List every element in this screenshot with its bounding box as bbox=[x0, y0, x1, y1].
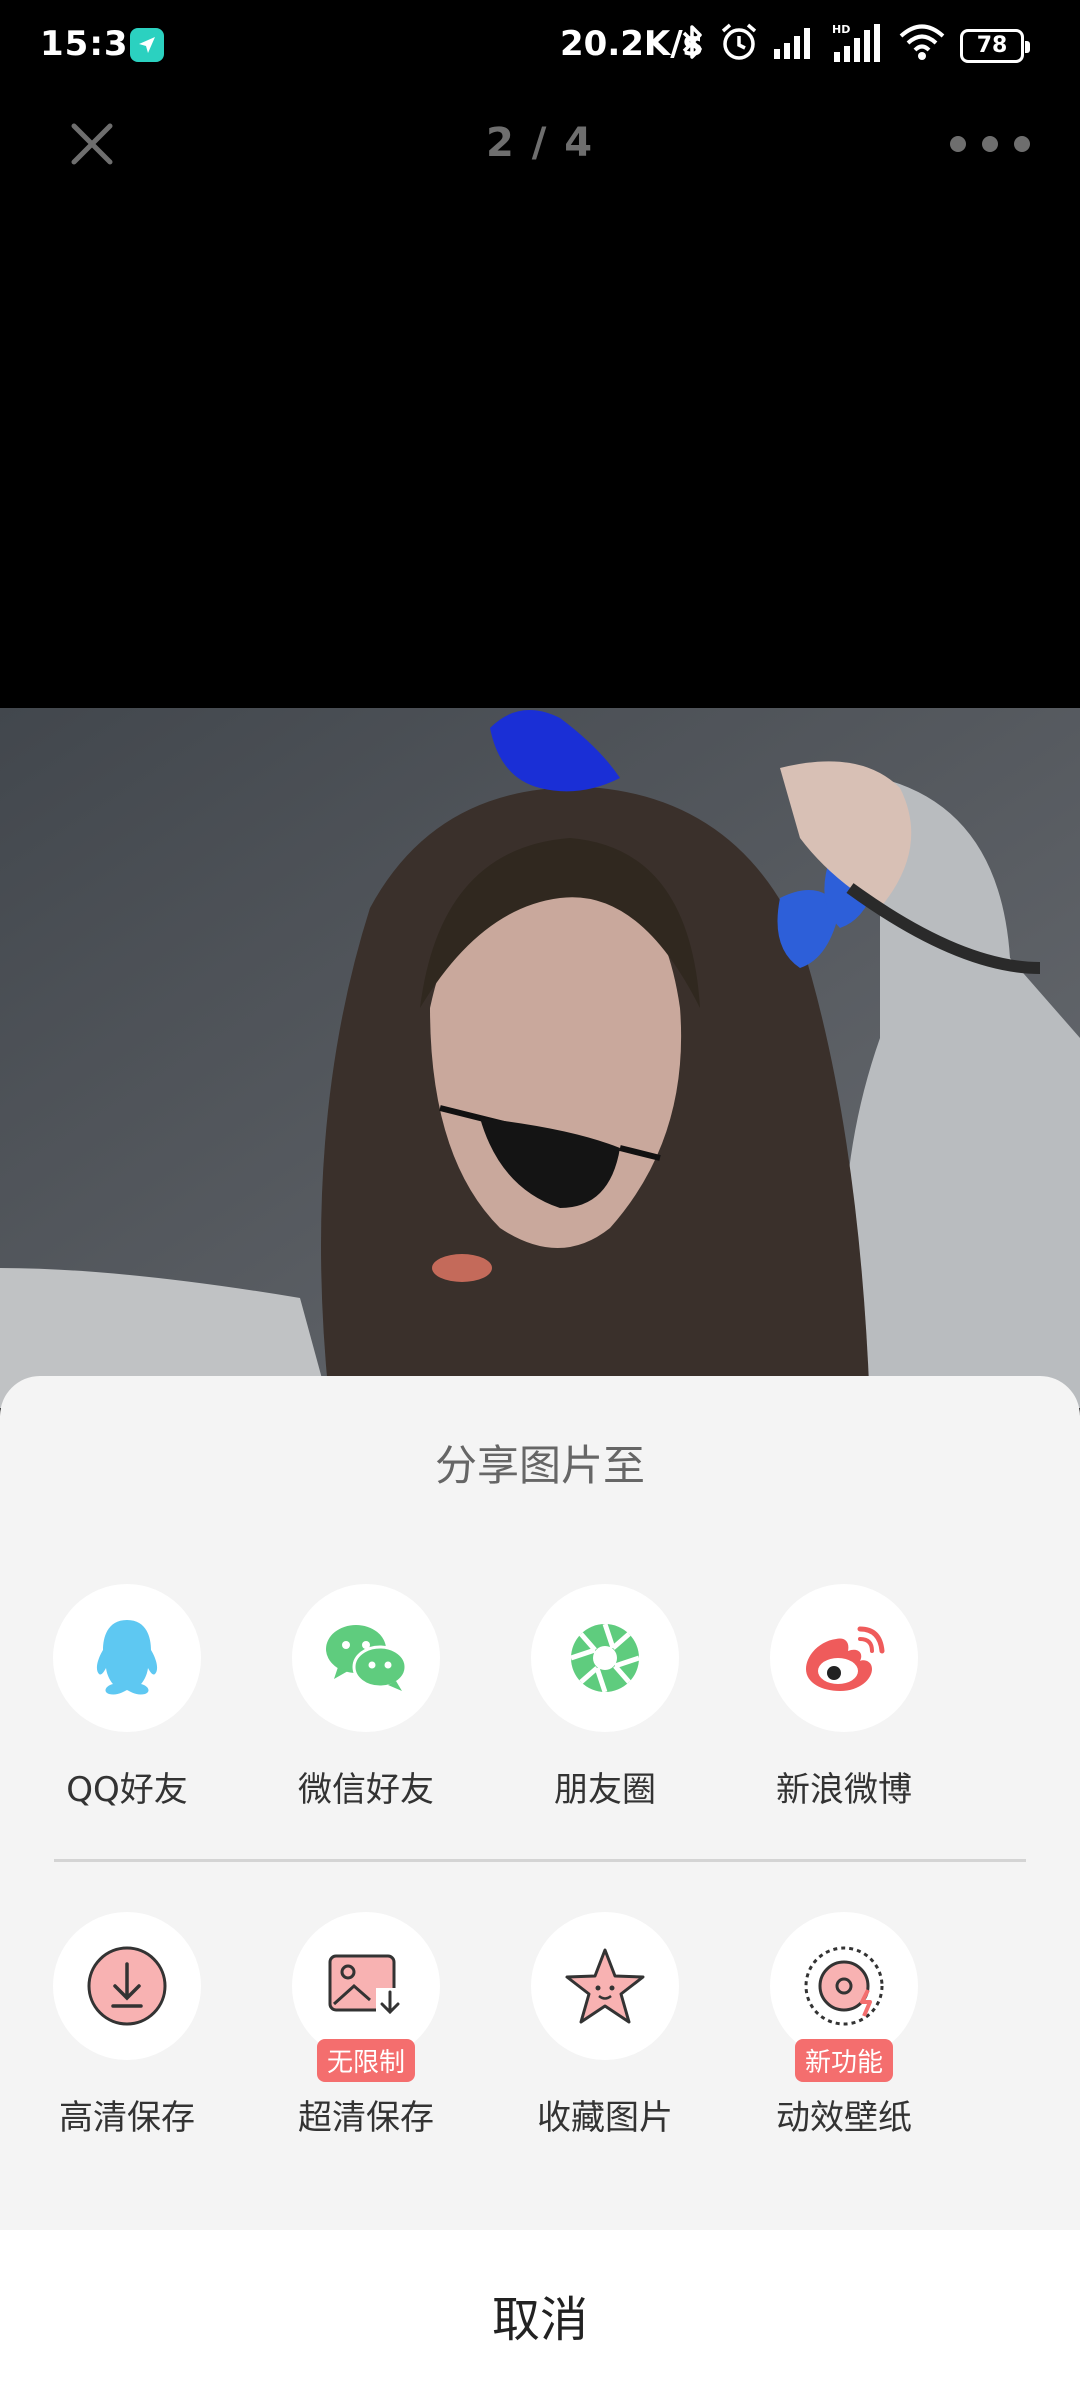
share-wechat-friend[interactable]: 微信好友 bbox=[266, 1584, 466, 1811]
location-arrow-icon bbox=[130, 28, 164, 62]
favorite-image-button[interactable]: 收藏图片 bbox=[505, 1912, 705, 2139]
moments-aperture-icon bbox=[570, 1623, 640, 1693]
share-moments[interactable]: 朋友圈 bbox=[505, 1584, 705, 1811]
wechat-icon-circle bbox=[292, 1584, 440, 1732]
qq-icon-circle bbox=[53, 1584, 201, 1732]
share-sheet-title: 分享图片至 bbox=[434, 1441, 645, 1490]
page-indicator: 2 / 4 bbox=[485, 120, 595, 166]
alarm-icon bbox=[720, 22, 758, 71]
live-wallpaper-icon bbox=[804, 1946, 884, 2026]
wechat-icon bbox=[326, 1625, 408, 1691]
sheet-divider bbox=[54, 1859, 1026, 1862]
battery-icon: 78 bbox=[960, 29, 1030, 63]
live-wallpaper-icon-circle: 新功能 bbox=[770, 1912, 918, 2082]
hd-signal-icon: HD bbox=[832, 22, 884, 71]
more-dot-icon bbox=[950, 136, 966, 152]
image-download-icon bbox=[328, 1954, 404, 2018]
share-item-label: 动效壁纸 bbox=[776, 2098, 912, 2138]
weibo-icon bbox=[806, 1626, 885, 1691]
share-item-label: 超清保存 bbox=[298, 2098, 434, 2138]
more-dot-icon bbox=[1014, 136, 1030, 152]
image-download-icon-circle: 无限制 bbox=[292, 1912, 440, 2082]
portrait-photo-illustration bbox=[0, 708, 1080, 1408]
more-dot-icon bbox=[982, 136, 998, 152]
share-qq-friend[interactable]: QQ好友 bbox=[27, 1584, 227, 1811]
share-item-label: 微信好友 bbox=[298, 1770, 434, 1810]
status-icons: HD 78 bbox=[680, 22, 1038, 70]
share-item-label: 高清保存 bbox=[59, 2098, 195, 2138]
cancel-button[interactable]: 取消 bbox=[0, 2230, 1080, 2400]
share-item-label: 新浪微博 bbox=[776, 1770, 912, 1810]
bluetooth-icon bbox=[680, 22, 706, 71]
more-options-button[interactable] bbox=[950, 128, 1030, 160]
share-weibo[interactable]: 新浪微博 bbox=[744, 1584, 944, 1811]
star-icon-circle bbox=[531, 1912, 679, 2060]
star-face-icon bbox=[565, 1948, 645, 2024]
live-wallpaper-button[interactable]: 新功能 动效壁纸 bbox=[744, 1912, 944, 2139]
share-item-label: 收藏图片 bbox=[537, 2098, 673, 2138]
unlimited-badge: 无限制 bbox=[316, 2039, 416, 2082]
cancel-label: 取消 bbox=[491, 2292, 588, 2348]
save-uhd-button[interactable]: 无限制 超清保存 bbox=[266, 1912, 466, 2139]
save-hd-button[interactable]: 高清保存 bbox=[27, 1912, 227, 2139]
new-feature-badge: 新功能 bbox=[794, 2039, 894, 2082]
moments-icon-circle bbox=[531, 1584, 679, 1732]
download-icon-circle bbox=[53, 1912, 201, 2060]
svg-text:HD: HD bbox=[832, 23, 850, 36]
photo-image[interactable] bbox=[0, 708, 1080, 1408]
share-item-label: 朋友圈 bbox=[554, 1770, 656, 1810]
signal-icon bbox=[772, 25, 818, 68]
weibo-icon-circle bbox=[770, 1584, 918, 1732]
status-bar: 15:31 20.2K/s HD 78 bbox=[0, 0, 1080, 92]
download-icon bbox=[87, 1946, 167, 2026]
viewer-top-bar: 2 / 4 bbox=[0, 92, 1080, 202]
image-viewer-screen: 15:31 20.2K/s HD 78 2 / 4 分享图片至 QQ好友 微信好… bbox=[0, 0, 1080, 2400]
qq-penguin-icon bbox=[96, 1620, 158, 1695]
wifi-icon bbox=[898, 23, 946, 70]
share-item-label: QQ好友 bbox=[66, 1770, 188, 1810]
